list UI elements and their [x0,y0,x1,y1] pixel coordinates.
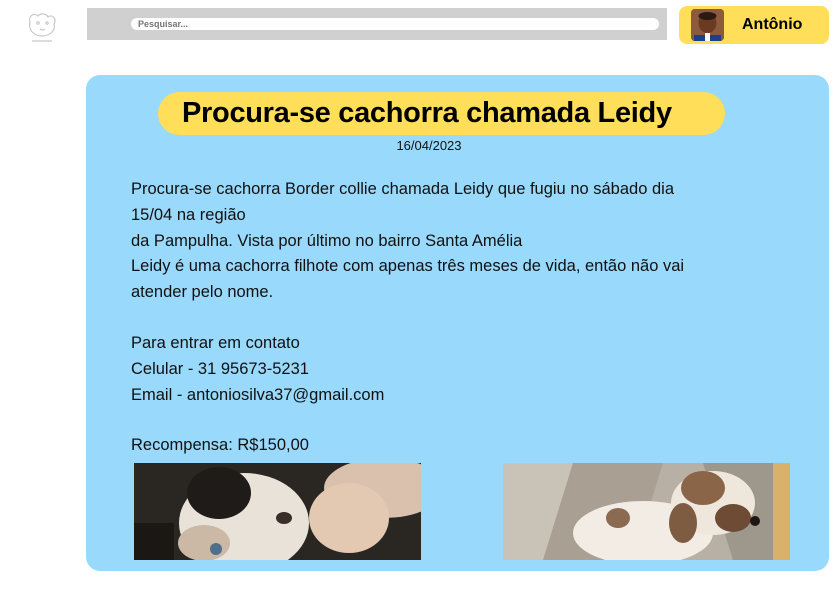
post-title: Procura-se cachorra chamada Leidy [182,97,672,129]
dog-logo-icon [29,13,56,42]
description-line: 15/04 na região [131,205,246,224]
search-bar [87,8,667,40]
user-profile-button[interactable]: Antônio [679,6,829,44]
description-line: atender pelo nome. [131,283,274,302]
search-input[interactable] [131,18,659,30]
post-card: Procura-se cachorra chamada Leidy 16/04/… [86,75,829,571]
dog-photo-puppy[interactable] [503,463,790,560]
dog-photo-closeup[interactable] [134,463,421,560]
contact-heading: Para entrar em contato [131,333,300,352]
description-line: da Pampulha. Vista por último no bairro … [131,231,523,250]
contact-phone: Celular - 31 95673-5231 [131,359,309,378]
reward-text: Recompensa: R$150,00 [131,436,309,455]
post-description: Procura-se cachorra Border collie chamad… [131,177,751,459]
title-banner: Procura-se cachorra chamada Leidy [158,92,725,135]
contact-email: Email - antoniosilva37@gmail.com [131,385,385,404]
description-line: Procura-se cachorra Border collie chamad… [131,180,674,198]
post-date: 16/04/2023 [396,138,462,153]
avatar [691,9,724,41]
user-name: Antônio [742,16,803,33]
description-line: Leidy é uma cachorra filhote com apenas … [131,257,685,276]
logo[interactable] [20,8,64,46]
